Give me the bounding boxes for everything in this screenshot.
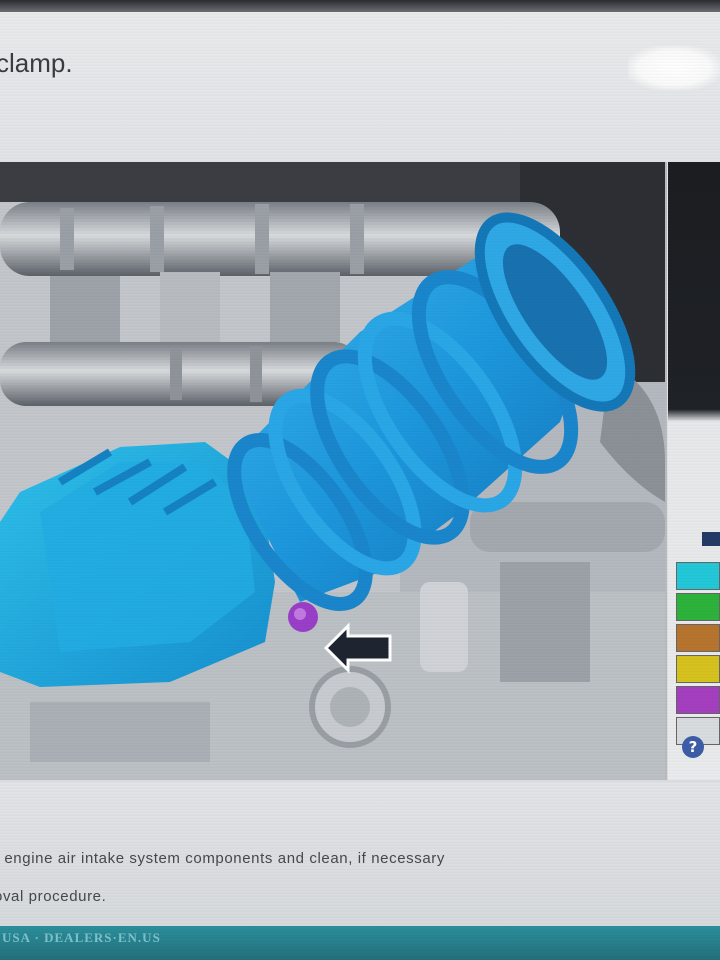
instruction-text: r engine air intake system components an…	[0, 850, 445, 867]
legend-tab[interactable]	[702, 532, 720, 546]
page-title: clamp.	[0, 48, 73, 78]
screen: clamp. ? r engine air intake system comp…	[0, 0, 720, 960]
footer-bar: USA · DEALERS·EN.US	[0, 926, 720, 960]
legend-swatch-yellow	[676, 655, 720, 683]
engine-diagram[interactable]	[0, 162, 667, 780]
legend-swatch-cyan	[676, 562, 720, 590]
legend-swatch-brown	[676, 624, 720, 652]
monitor-bezel	[0, 0, 720, 12]
footer-text: USA · DEALERS·EN.US	[2, 930, 161, 945]
legend-swatch-purple	[676, 686, 720, 714]
procedure-text: oval procedure.	[0, 888, 107, 905]
legend-swatch-green	[676, 593, 720, 621]
color-legend	[676, 562, 720, 748]
help-icon[interactable]: ?	[682, 736, 704, 758]
engine-illustration	[0, 162, 665, 780]
screen-glare	[628, 46, 720, 90]
header-bar	[0, 12, 720, 162]
